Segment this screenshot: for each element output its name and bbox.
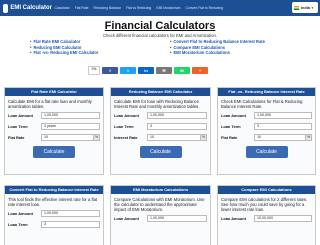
whatsapp-share-button[interactable]: W	[174, 67, 190, 74]
share-bar: 29k f t in ✉ W +	[88, 66, 208, 75]
flat-rate-row: Flat Rate 10 %	[8, 133, 100, 142]
loan-amount-row: Loan Amount 1,00,000	[114, 214, 207, 223]
loan-amount-label: Loan Amount	[221, 216, 246, 221]
loan-amount-input[interactable]: 1,00,000	[147, 215, 207, 222]
card-flat-rate-emi: Flat Rate EMI Calculator Calculate EMI f…	[4, 87, 104, 175]
nav-item-reducing-balance[interactable]: Reducing Balance	[91, 6, 124, 10]
loan-term-row: Loan Term 3	[114, 122, 207, 131]
more-share-button[interactable]: +	[192, 67, 208, 74]
flat-rate-label: Flat Rate	[221, 135, 238, 140]
brand[interactable]: EMI Calculator	[0, 3, 52, 13]
card-title: Flat -vs- Reducing Balance Interest Rate	[218, 88, 315, 96]
loan-amount-input[interactable]: 1,00,000	[147, 112, 207, 119]
card-flat-vs-reducing: Flat -vs- Reducing Balance Interest Rate…	[217, 87, 316, 175]
language-selector[interactable]: India ▼	[292, 2, 318, 13]
loan-amount-input[interactable]: 10,00,000	[254, 215, 312, 222]
language-label: India	[301, 5, 310, 10]
calculator-links-right: Convert Flat to Reducing Balance Interes…	[170, 39, 265, 56]
loan-term-input[interactable]: 3	[147, 123, 207, 130]
loan-amount-row: Loan Amount 10,00,000	[221, 214, 312, 223]
main-nav: Calculator Flat Rate Reducing Balance Fl…	[52, 6, 225, 10]
percent-unit: %	[306, 134, 312, 141]
calculate-button[interactable]: Calculate	[33, 146, 75, 158]
nav-item-flat-vs-reducing[interactable]: Flat vs Reducing	[124, 6, 154, 10]
loan-amount-label: Loan Amount	[8, 113, 33, 118]
card-convert-flat: Convert Flat to Reducing Balance Interes…	[4, 185, 104, 245]
card-description: This tool finds the effective interest r…	[8, 197, 98, 207]
card-title: Compare EMI Calculations	[218, 186, 315, 194]
interest-rate-row: Interest Rate 10 %	[114, 133, 207, 142]
loan-amount-input[interactable]: 1,00,000	[41, 112, 100, 119]
loan-amount-row: Loan Amount 1,00,000	[8, 209, 100, 218]
card-compare-emi: Compare EMI Calculations Compare EMI cal…	[217, 185, 316, 245]
email-share-button[interactable]: ✉	[156, 67, 172, 74]
page-subtitle: Check different financial calculators fo…	[103, 33, 217, 38]
loan-amount-label: Loan Amount	[114, 216, 139, 221]
card-emi-moratorium: EMI Moratorium Calculations Compare Calc…	[110, 185, 211, 245]
nav-item-convert-flat[interactable]: Convert Flat to Reducing	[183, 6, 226, 10]
loan-amount-row: Loan Amount 1,00,000	[8, 111, 100, 120]
linkedin-share-button[interactable]: in	[138, 67, 154, 74]
percent-unit: %	[94, 134, 100, 141]
loan-term-row: Loan Term 3 years	[8, 122, 100, 131]
card-title: Flat Rate EMI Calculator	[5, 88, 103, 96]
loan-amount-input[interactable]: 1,00,000	[254, 112, 312, 119]
calculate-button[interactable]: Calculate	[139, 146, 182, 158]
loan-amount-label: Loan Amount	[114, 113, 139, 118]
loan-term-input[interactable]: 3	[254, 123, 312, 130]
interest-rate-input[interactable]: 10	[147, 134, 201, 141]
loan-amount-input[interactable]: 1,00,000	[41, 210, 100, 217]
card-description: Compare Calculations with EMI Moratorium…	[114, 197, 205, 212]
share-count: 29k	[88, 66, 100, 75]
card-title: Convert Flat to Reducing Balance Interes…	[5, 186, 103, 194]
loan-term-label: Loan Term	[8, 222, 28, 227]
loan-amount-label: Loan Amount	[8, 211, 33, 216]
calculator-icon	[3, 3, 9, 13]
loan-term-input[interactable]: 3	[41, 221, 100, 228]
chevron-down-icon: ▼	[310, 5, 314, 10]
nav-item-emi-moratorium[interactable]: EMI Moratorium	[154, 6, 183, 10]
card-description: Calculate EMI for a flat rate loan and m…	[8, 99, 92, 109]
loan-term-input[interactable]: 3 years	[41, 123, 100, 130]
top-navbar: EMI Calculator Calculator Flat Rate Redu…	[0, 0, 320, 16]
link-convert-flat[interactable]: Convert Flat to Reducing Balance Interes…	[170, 39, 264, 45]
flat-rate-input[interactable]: 10	[41, 134, 94, 141]
card-reducing-balance: Reducing Balance EMI Calculator Calculat…	[110, 87, 211, 175]
card-title: EMI Moratorium Calculations	[111, 186, 210, 194]
facebook-share-button[interactable]: f	[102, 67, 118, 74]
calculate-button[interactable]: Calculate	[245, 146, 288, 158]
loan-term-label: Loan Term	[221, 124, 241, 129]
twitter-share-button[interactable]: t	[120, 67, 136, 74]
loan-term-label: Loan Term	[8, 124, 28, 129]
calculator-links-left: Flat Rate EMI Calculator Reducing EMI Ca…	[30, 39, 98, 56]
flat-rate-label: Flat Rate	[8, 135, 25, 140]
nav-item-flat-rate[interactable]: Flat Rate	[72, 6, 91, 10]
flat-rate-input[interactable]: 10	[254, 134, 306, 141]
loan-term-row: Loan Term 3	[8, 220, 100, 229]
percent-unit: %	[201, 134, 207, 141]
link-flat-vs-reducing[interactable]: Flat -vs- Reducing EMI Calculator	[30, 50, 98, 56]
loan-amount-label: Loan Amount	[221, 113, 246, 118]
loan-term-row: Loan Term 3	[221, 122, 312, 131]
loan-amount-row: Loan Amount 1,00,000	[221, 111, 312, 120]
card-description: Check EMI Calculations for Flat & Reduci…	[221, 99, 303, 109]
card-description: Calculate EMI for loan with Reducing Bal…	[114, 99, 200, 109]
flat-rate-row: Flat Rate 10 %	[221, 133, 312, 142]
brand-name: EMI Calculator	[10, 5, 52, 11]
card-description: Compare EMI calculations for 2 different…	[221, 197, 308, 212]
flag-icon	[294, 5, 299, 10]
loan-term-label: Loan Term	[114, 124, 134, 129]
page-title: Financial Calculators	[104, 20, 216, 32]
interest-rate-label: Interest Rate	[114, 135, 138, 140]
loan-amount-row: Loan Amount 1,00,000	[114, 111, 207, 120]
link-emi-moratorium[interactable]: EMI Moratorium Calculations	[170, 50, 265, 56]
nav-item-calculator[interactable]: Calculator	[52, 6, 72, 10]
card-title: Reducing Balance EMI Calculator	[111, 88, 210, 96]
